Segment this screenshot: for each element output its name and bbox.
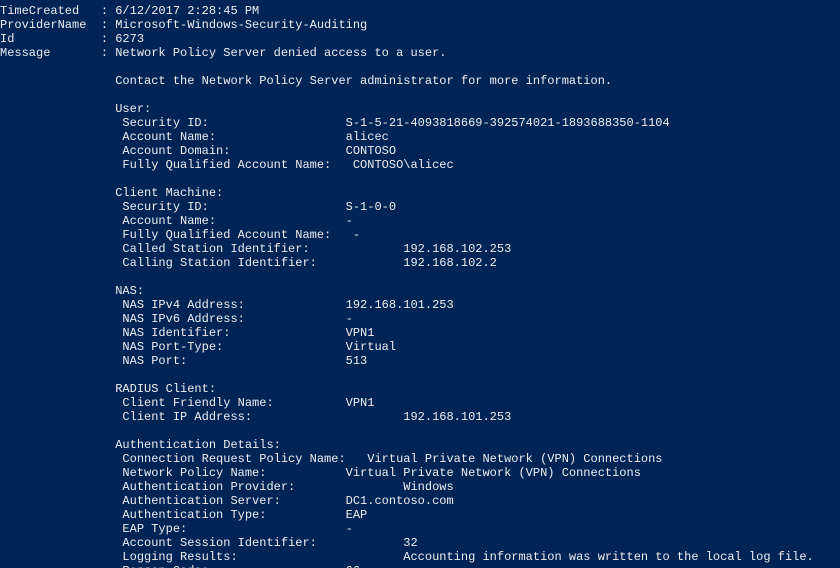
powershell-console-output: TimeCreated : 6/12/2017 2:28:45 PM Provi… xyxy=(0,0,840,568)
